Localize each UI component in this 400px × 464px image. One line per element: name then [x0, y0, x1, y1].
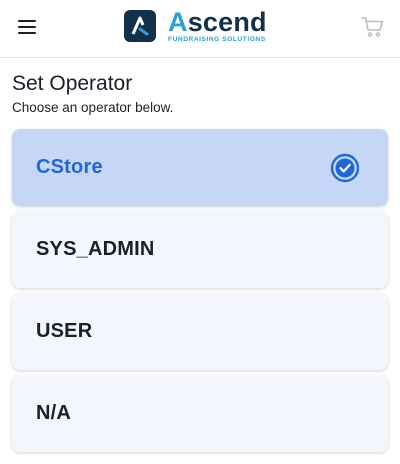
menu-button[interactable]: [14, 15, 40, 39]
logo-wordmark: Ascend: [168, 6, 267, 37]
logo-text: Ascend FUNDRAISING SOLUTIONS: [168, 6, 267, 44]
logo-wordmark-prefix: A: [168, 6, 188, 37]
page-subtitle: Choose an operator below.: [12, 100, 174, 115]
operator-option-sys-admin[interactable]: SYS_ADMIN: [12, 211, 388, 288]
operator-label: CStore: [36, 156, 103, 178]
operator-option-cstore[interactable]: CStore: [12, 129, 388, 206]
operator-option-na[interactable]: N/A: [12, 375, 388, 452]
shopping-cart-icon: [361, 17, 384, 37]
operator-label: USER: [36, 320, 93, 342]
logo-tagline: FUNDRAISING SOLUTIONS: [168, 35, 266, 43]
logo-wordmark-rest: scend: [187, 6, 267, 37]
operator-list: CStore SYS_ADMIN USER N/A: [12, 129, 388, 457]
logo-mark-icon: [124, 10, 156, 42]
operator-label: SYS_ADMIN: [36, 238, 155, 260]
operator-option-user[interactable]: USER: [12, 293, 388, 370]
operator-label: N/A: [36, 402, 72, 424]
cart-button[interactable]: [360, 14, 386, 40]
ascend-logo[interactable]: Ascend FUNDRAISING SOLUTIONS: [124, 8, 267, 44]
page-title: Set Operator: [12, 72, 133, 95]
top-bar: Ascend FUNDRAISING SOLUTIONS: [0, 0, 400, 58]
hamburger-menu-icon: [18, 20, 36, 34]
check-circle-icon: [330, 153, 360, 183]
